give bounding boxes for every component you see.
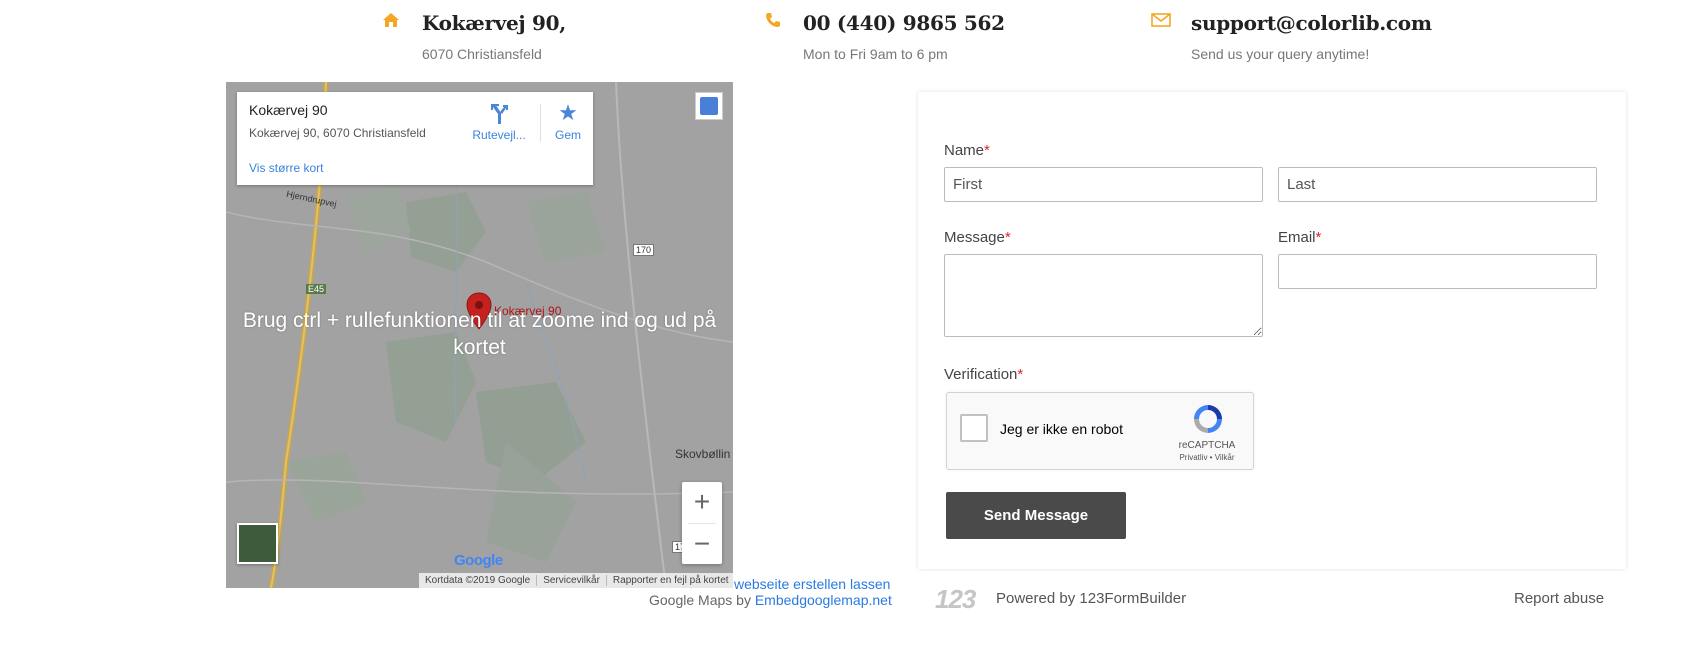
zoom-control: + −	[682, 482, 722, 564]
save-place-button[interactable]: ★ Gem	[538, 100, 598, 143]
last-name-input[interactable]	[1278, 167, 1597, 202]
powered-by-text[interactable]: Powered by 123FormBuilder	[996, 590, 1186, 607]
123formbuilder-logo[interactable]: 123	[935, 586, 976, 612]
town-label-skovbolling: Skovbøllin	[675, 447, 731, 461]
road-label-170: 170	[633, 244, 655, 256]
map-data-credit: Kortdata ©2019 Google	[419, 575, 538, 586]
road-label-e45: E45	[306, 284, 327, 294]
directions-icon	[469, 102, 529, 128]
phone-title: 00 (440) 9865 562	[803, 11, 1005, 35]
larger-map-link[interactable]: Vis større kort	[249, 161, 323, 175]
street-view-pegman-icon[interactable]	[695, 92, 723, 120]
map-credit-prefix: Google Maps by	[649, 592, 751, 608]
recaptcha-terms[interactable]: Privatliv • Vilkår	[1165, 453, 1249, 462]
message-textarea[interactable]	[944, 254, 1263, 337]
directions-button[interactable]: Rutevejl...	[469, 102, 529, 142]
email-input[interactable]	[1278, 254, 1597, 289]
map-credit-line: Google Maps by Embedgooglemap.net	[649, 592, 892, 608]
recaptcha-text: Jeg er ikke en robot	[1000, 421, 1123, 437]
webseite-link[interactable]: webseite erstellen lassen	[734, 576, 890, 592]
email-title: support@colorlib.com	[1191, 11, 1432, 35]
email-label: Email*	[1278, 229, 1322, 246]
email-subtitle: Send us your query anytime!	[1191, 46, 1370, 62]
star-icon: ★	[558, 100, 578, 125]
verification-label: Verification*	[944, 366, 1024, 383]
recaptcha-logo-icon	[1191, 402, 1225, 436]
save-place-label: Gem	[554, 128, 581, 142]
first-name-input[interactable]	[944, 167, 1263, 202]
name-label: Name*	[944, 142, 990, 159]
contact-form: Name* Message* Email* Verification* Jeg …	[918, 92, 1626, 569]
place-address: Kokærvej 90, 6070 Christiansfeld	[249, 126, 426, 140]
message-label: Message*	[944, 229, 1011, 246]
recaptcha-brand: reCAPTCHA	[1178, 440, 1236, 451]
directions-label: Rutevejl...	[472, 128, 526, 142]
phone-icon	[765, 12, 781, 32]
google-logo: Google	[454, 552, 503, 569]
address-title: Kokærvej 90,	[422, 11, 566, 35]
satellite-layer-toggle[interactable]	[237, 523, 278, 564]
report-error-link[interactable]: Rapporter en fejl på kortet	[607, 575, 733, 586]
zoom-in-button[interactable]: +	[682, 482, 722, 522]
recaptcha-widget: Jeg er ikke en robot reCAPTCHA Privatliv…	[946, 392, 1254, 470]
send-message-button[interactable]: Send Message	[946, 492, 1126, 539]
envelope-icon	[1151, 12, 1171, 32]
terms-link[interactable]: Servicevilkår	[537, 575, 607, 586]
address-subtitle: 6070 Christiansfeld	[422, 46, 542, 62]
zoom-out-button[interactable]: −	[682, 524, 722, 564]
place-title: Kokærvej 90	[249, 102, 328, 118]
phone-subtitle: Mon to Fri 9am to 6 pm	[803, 46, 948, 62]
map-embed[interactable]: Hjerndrupvej E45 170 Skovbøllin 17 Kokær…	[226, 82, 733, 588]
recaptcha-checkbox[interactable]	[960, 414, 988, 442]
home-icon	[382, 12, 400, 32]
map-attribution: Kortdata ©2019 Google Servicevilkår Rappor…	[419, 573, 733, 588]
embedgooglemap-link[interactable]: Embedgooglemap.net	[755, 592, 892, 608]
place-card: Kokærvej 90 Kokærvej 90, 6070 Christians…	[237, 92, 593, 185]
report-abuse-link[interactable]: Report abuse	[1514, 590, 1604, 607]
map-scroll-hint: Brug ctrl + rullefunktionen til at zoome…	[242, 309, 717, 359]
